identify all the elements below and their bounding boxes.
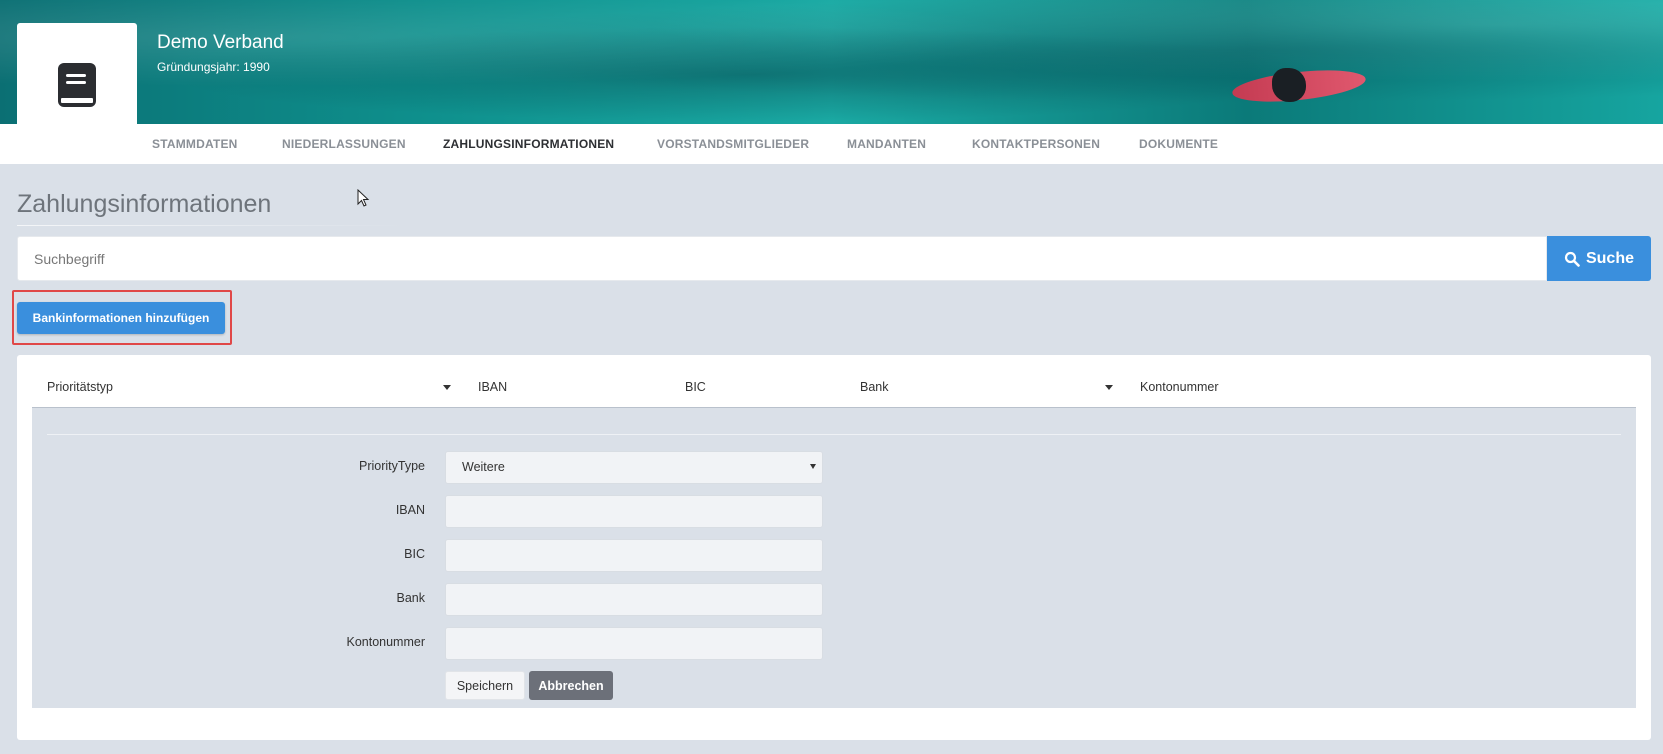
sort-caret-icon[interactable] xyxy=(1105,385,1113,390)
priority-type-select[interactable]: Weitere xyxy=(445,451,823,484)
dropdown-arrow-icon xyxy=(810,464,816,469)
bank-field[interactable] xyxy=(445,583,823,616)
sort-caret-icon[interactable] xyxy=(443,385,451,390)
column-header-bank[interactable]: Bank xyxy=(860,380,889,394)
column-header-iban[interactable]: IBAN xyxy=(478,380,507,394)
tab-bar: STAMMDATEN NIEDERLASSUNGEN ZAHLUNGSINFOR… xyxy=(0,124,1663,164)
priority-type-value: Weitere xyxy=(462,460,505,474)
search-icon xyxy=(1564,251,1580,267)
priority-type-label: PriorityType xyxy=(359,459,425,473)
account-number-field[interactable] xyxy=(445,627,823,660)
title-underline xyxy=(17,225,407,226)
column-header-kontonummer[interactable]: Kontonummer xyxy=(1140,380,1219,394)
founding-year: Gründungsjahr: 1990 xyxy=(157,60,270,74)
iban-field[interactable] xyxy=(445,495,823,528)
form-divider xyxy=(47,434,1621,435)
tab-dokumente[interactable]: DOKUMENTE xyxy=(1139,124,1218,164)
tab-zahlungsinformationen[interactable]: ZAHLUNGSINFORMATIONEN xyxy=(443,124,614,164)
column-header-prioritaetstyp[interactable]: Prioritätstyp xyxy=(47,380,113,394)
bic-label: BIC xyxy=(404,547,425,561)
page-title: Zahlungsinformationen xyxy=(17,190,272,218)
column-header-bic[interactable]: BIC xyxy=(685,380,706,394)
tab-mandanten[interactable]: MANDANTEN xyxy=(847,124,926,164)
book-icon xyxy=(58,62,96,107)
account-number-label: Kontonummer xyxy=(346,635,425,649)
bic-field[interactable] xyxy=(445,539,823,572)
surfer-image xyxy=(1272,68,1306,102)
iban-label: IBAN xyxy=(395,503,425,517)
search-button-label: Suche xyxy=(1585,249,1634,267)
organization-name: Demo Verband xyxy=(157,32,284,53)
tab-vorstandsmitglieder[interactable]: VORSTANDSMITGLIEDER xyxy=(657,124,809,164)
save-button[interactable]: Speichern xyxy=(445,671,525,700)
tab-niederlassungen[interactable]: NIEDERLASSUNGEN xyxy=(282,124,406,164)
bank-label: Bank xyxy=(396,591,426,605)
tab-stammdaten[interactable]: STAMMDATEN xyxy=(152,124,238,164)
mouse-cursor-icon xyxy=(357,189,370,207)
tab-kontaktpersonen[interactable]: KONTAKTPERSONEN xyxy=(972,124,1100,164)
search-input[interactable] xyxy=(17,236,1547,281)
cancel-button[interactable]: Abbrechen xyxy=(529,671,613,700)
search-button[interactable]: Suche xyxy=(1547,236,1651,281)
organization-logo xyxy=(17,23,137,124)
add-bank-info-button[interactable]: Bankinformationen hinzufügen xyxy=(17,302,225,334)
